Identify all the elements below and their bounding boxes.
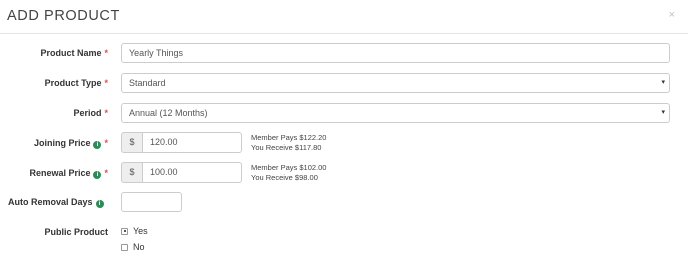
currency-addon: $ xyxy=(121,132,142,153)
you-receive-text: You Receive $98.00 xyxy=(251,173,318,182)
info-icon[interactable]: i xyxy=(95,200,104,208)
option-label: No xyxy=(133,242,145,252)
radio-checked-icon[interactable] xyxy=(121,227,128,235)
required-marker: * xyxy=(104,108,108,118)
currency-addon: $ xyxy=(121,162,142,183)
renewal-price-input[interactable]: 100.00 xyxy=(142,162,242,183)
modal-title: ADD PRODUCT xyxy=(7,8,120,24)
chevron-down-icon: ▾ xyxy=(661,109,665,116)
product-type-select[interactable]: Standard ▾ xyxy=(121,73,670,93)
period-select[interactable]: Annual (12 Months) ▾ xyxy=(121,103,670,123)
product-name-label: Product Name * xyxy=(40,48,108,58)
chevron-down-icon: ▾ xyxy=(661,79,665,86)
public-product-label: Public Product xyxy=(44,227,108,237)
option-label: Yes xyxy=(133,226,148,236)
product-type-label: Product Type * xyxy=(44,78,108,88)
you-receive-text: You Receive $117.80 xyxy=(251,143,322,152)
renewal-price-label: Renewal Price i * xyxy=(29,168,108,179)
public-product-option-no[interactable]: No xyxy=(121,242,145,252)
required-marker: * xyxy=(104,78,108,88)
close-icon[interactable]: × xyxy=(669,9,675,21)
auto-removal-days-label: Auto Removal Days i xyxy=(8,197,104,208)
joining-price-input[interactable]: 120.00 xyxy=(142,132,242,153)
period-label: Period * xyxy=(73,108,108,118)
auto-removal-days-input[interactable] xyxy=(121,192,182,212)
member-pays-text: Member Pays $122.20 xyxy=(251,133,327,142)
public-product-option-yes[interactable]: Yes xyxy=(121,226,148,236)
modal-header: ADD PRODUCT × xyxy=(0,0,688,34)
product-name-input[interactable]: Yearly Things xyxy=(121,43,670,63)
joining-price-fee-note: Member Pays $122.20 You Receive $117.80 xyxy=(251,133,326,153)
required-marker: * xyxy=(104,48,108,58)
renewal-price-input-group: $ 100.00 xyxy=(121,162,242,183)
renewal-price-fee-note: Member Pays $102.00 You Receive $98.00 xyxy=(251,163,326,183)
required-marker: * xyxy=(104,168,108,178)
required-marker: * xyxy=(104,138,108,148)
period-value: Annual (12 Months) xyxy=(129,108,208,118)
member-pays-text: Member Pays $102.00 xyxy=(251,163,327,172)
joining-price-input-group: $ 120.00 xyxy=(121,132,242,153)
radio-unchecked-icon[interactable] xyxy=(121,243,128,251)
info-icon[interactable]: i xyxy=(93,141,102,149)
joining-price-label: Joining Price i * xyxy=(33,138,108,149)
product-type-value: Standard xyxy=(129,78,166,88)
info-icon[interactable]: i xyxy=(93,171,102,179)
